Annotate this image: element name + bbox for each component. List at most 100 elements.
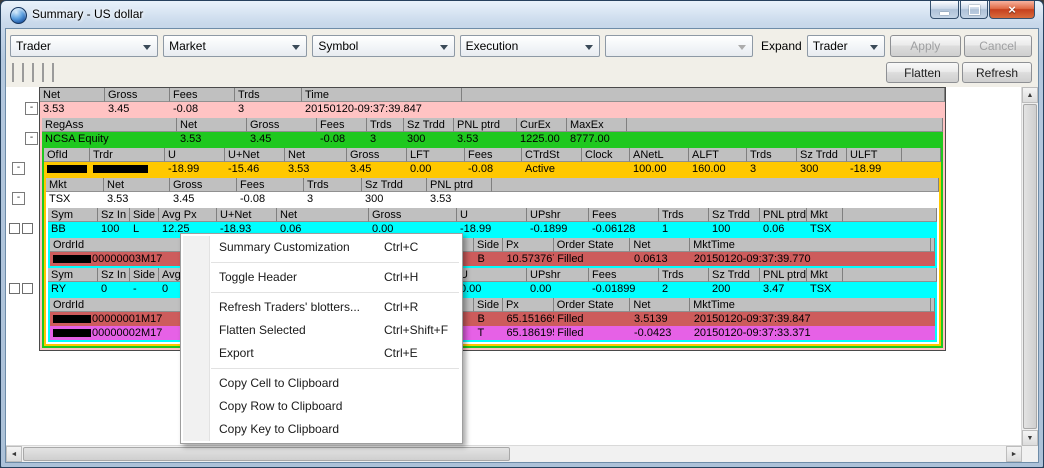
- cell[interactable]: 1: [659, 222, 709, 236]
- cell[interactable]: Active: [522, 162, 582, 176]
- maximize-button[interactable]: [960, 1, 988, 19]
- cell[interactable]: 3.53: [454, 132, 517, 146]
- cell[interactable]: -15.46: [225, 162, 285, 176]
- row-checkbox[interactable]: [22, 283, 33, 294]
- apply-button[interactable]: Apply: [890, 35, 961, 57]
- cell[interactable]: 3.53: [40, 102, 105, 116]
- cell[interactable]: TSX: [807, 282, 843, 296]
- cell[interactable]: -0.06128: [589, 222, 659, 236]
- cell[interactable]: 0.00: [457, 282, 527, 296]
- cell[interactable]: -18.99: [457, 222, 527, 236]
- market-color-filter[interactable]: [22, 63, 24, 82]
- cell[interactable]: 3.53: [104, 192, 170, 206]
- cancel-button[interactable]: Cancel: [964, 35, 1032, 57]
- market-filter-combo[interactable]: Market: [163, 35, 307, 57]
- menu-item-copy-cell[interactable]: Copy Cell to Clipboard: [181, 372, 462, 395]
- menu-item-flatten-selected[interactable]: Flatten SelectedCtrl+Shift+F: [181, 319, 462, 342]
- expand-combo[interactable]: Trader: [807, 35, 885, 57]
- scroll-right-button[interactable]: ►: [1006, 446, 1022, 462]
- vertical-scrollbar[interactable]: ▲ ▼: [1021, 87, 1038, 446]
- cell[interactable]: 3.45: [105, 102, 170, 116]
- blotter-data-row[interactable]: TSX3.533.45-0.0833003.53: [46, 192, 939, 206]
- collapse-toggle[interactable]: -: [12, 162, 25, 175]
- cell[interactable]: B: [475, 312, 504, 326]
- cell[interactable]: 3: [367, 132, 404, 146]
- cell[interactable]: TSX: [46, 192, 104, 206]
- cell[interactable]: -0.1899: [527, 222, 589, 236]
- scroll-down-button[interactable]: ▼: [1022, 430, 1038, 446]
- cell[interactable]: 3: [235, 102, 302, 116]
- cell[interactable]: -0.08: [237, 192, 304, 206]
- cell[interactable]: 3.53: [285, 162, 347, 176]
- row-checkbox[interactable]: [9, 223, 20, 234]
- cell[interactable]: -0.08: [170, 102, 235, 116]
- cell[interactable]: 300: [362, 192, 427, 206]
- cell[interactable]: -: [130, 282, 159, 296]
- cell[interactable]: 300: [797, 162, 847, 176]
- execution-filter-combo[interactable]: Execution: [460, 35, 600, 57]
- menu-item-export[interactable]: ExportCtrl+E: [181, 342, 462, 365]
- cell[interactable]: [44, 162, 90, 176]
- cell[interactable]: 3.45: [247, 132, 317, 146]
- trader-color-filter[interactable]: [12, 63, 14, 82]
- cell[interactable]: 20150120-09:37:39.847: [691, 312, 932, 326]
- cell[interactable]: T: [475, 326, 504, 340]
- scroll-up-button[interactable]: ▲: [1022, 87, 1038, 103]
- menu-item-summary-customization[interactable]: Summary CustomizationCtrl+C: [181, 236, 462, 259]
- minimize-button[interactable]: [930, 1, 959, 19]
- hscroll-thumb[interactable]: [23, 447, 510, 461]
- cell[interactable]: B: [475, 252, 504, 266]
- collapse-toggle[interactable]: -: [12, 192, 25, 205]
- cell[interactable]: 3.53: [177, 132, 247, 146]
- symbol-filter-combo[interactable]: Symbol: [312, 35, 454, 57]
- cell[interactable]: Filled: [554, 312, 631, 326]
- cell[interactable]: 20150120-09:37:33.371: [691, 326, 932, 340]
- cell[interactable]: 100: [709, 222, 760, 236]
- cell[interactable]: 100.00: [630, 162, 689, 176]
- menu-item-copy-row[interactable]: Copy Row to Clipboard: [181, 395, 462, 418]
- extra-color-filter[interactable]: [52, 63, 54, 82]
- cell[interactable]: 2: [659, 282, 709, 296]
- cell[interactable]: 65.151669: [503, 312, 554, 326]
- execution-color-filter[interactable]: [42, 63, 44, 82]
- cell[interactable]: BB: [48, 222, 98, 236]
- cell[interactable]: 10.573767: [503, 252, 554, 266]
- cell[interactable]: [90, 162, 165, 176]
- cell[interactable]: 20150120-09:37:39.847: [302, 102, 462, 116]
- blotter-data-row[interactable]: -18.99-15.463.533.450.00-0.08Active100.0…: [44, 162, 941, 176]
- cell[interactable]: L: [130, 222, 159, 236]
- cell[interactable]: 1225.00: [517, 132, 567, 146]
- blotter-data-row[interactable]: 3.533.45-0.08320150120-09:37:39.847: [40, 102, 945, 116]
- trader-filter-combo[interactable]: Trader: [10, 35, 158, 57]
- cell[interactable]: 20150120-09:37:39.770: [691, 252, 932, 266]
- cell[interactable]: 0.00: [527, 282, 589, 296]
- cell[interactable]: 3.45: [170, 192, 237, 206]
- cell[interactable]: 3.45: [347, 162, 407, 176]
- cell[interactable]: TSX: [807, 222, 843, 236]
- cell[interactable]: 8777.00: [567, 132, 627, 146]
- cell[interactable]: 0.06: [760, 222, 807, 236]
- cell[interactable]: 300: [404, 132, 454, 146]
- scroll-left-button[interactable]: ◄: [6, 446, 22, 462]
- cell[interactable]: 3: [747, 162, 797, 176]
- cell[interactable]: 0.0613: [631, 252, 691, 266]
- horizontal-scrollbar[interactable]: ◄ ►: [6, 445, 1022, 462]
- menu-item-toggle-header[interactable]: Toggle HeaderCtrl+H: [181, 266, 462, 289]
- cell[interactable]: 100: [98, 222, 130, 236]
- cell[interactable]: -0.08: [317, 132, 367, 146]
- symbol-color-filter[interactable]: [32, 63, 34, 82]
- flatten-button[interactable]: Flatten: [886, 62, 959, 83]
- cell[interactable]: NCSA Equity: [42, 132, 177, 146]
- row-checkbox[interactable]: [9, 283, 20, 294]
- menu-item-refresh-traders-blotters[interactable]: Refresh Traders' blotters...Ctrl+R: [181, 296, 462, 319]
- cell[interactable]: -18.99: [847, 162, 902, 176]
- cell[interactable]: 3.47: [760, 282, 807, 296]
- title-bar[interactable]: Summary - US dollar ×: [1, 1, 1043, 28]
- cell[interactable]: 0: [98, 282, 130, 296]
- row-checkbox[interactable]: [22, 223, 33, 234]
- cell[interactable]: 160.00: [689, 162, 747, 176]
- cell[interactable]: 0.00: [407, 162, 465, 176]
- cell[interactable]: -18.99: [165, 162, 225, 176]
- cell[interactable]: 3: [304, 192, 362, 206]
- cell[interactable]: -0.0423: [631, 326, 691, 340]
